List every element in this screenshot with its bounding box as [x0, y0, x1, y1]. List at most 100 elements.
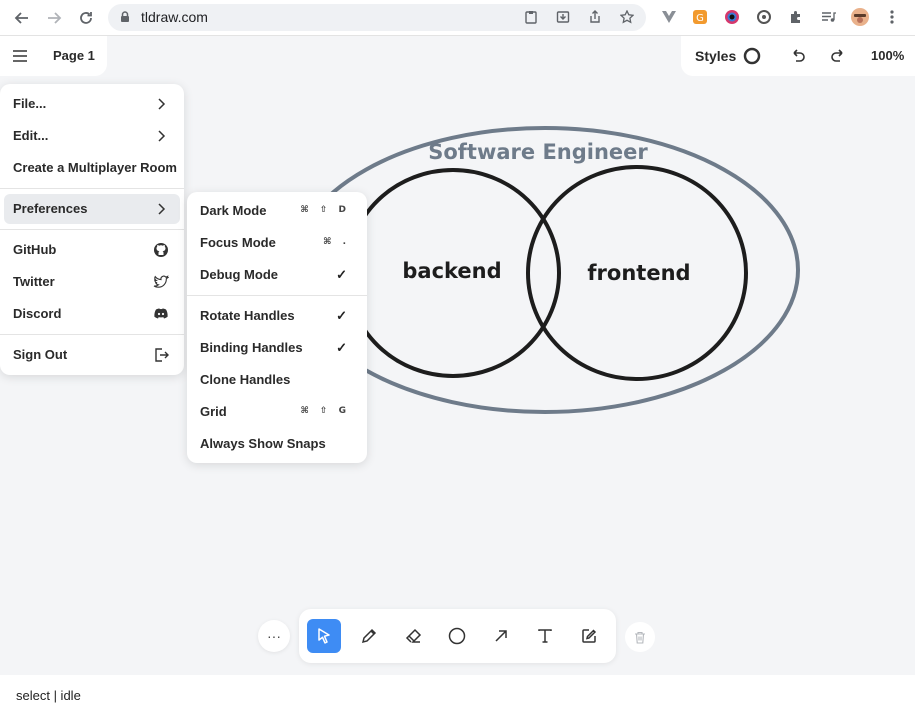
menu-divider: [0, 334, 184, 335]
software-engineer-ellipse[interactable]: [290, 126, 800, 414]
menu-item-label: Discord: [13, 306, 62, 321]
software-engineer-label[interactable]: Software Engineer: [428, 140, 648, 164]
chevron-right-icon: [158, 203, 166, 215]
text-icon: [538, 629, 552, 643]
sticky-tool-button[interactable]: [572, 619, 606, 653]
check-icon: ✓: [336, 267, 347, 282]
puzzle-icon[interactable]: [787, 8, 805, 26]
trash-icon: [635, 631, 645, 644]
share-icon[interactable]: [588, 10, 602, 24]
pref-label: Binding Handles: [200, 340, 303, 355]
sticky-note-icon: [582, 629, 597, 643]
pref-grid[interactable]: Grid ⌘ ⇧ G: [191, 397, 363, 427]
orange-extension-icon[interactable]: G: [691, 8, 709, 26]
menu-item-label: Create a Multiplayer Room: [13, 160, 177, 175]
menu-item-preferences[interactable]: Preferences: [4, 194, 180, 224]
menu-item-label: File...: [13, 96, 47, 111]
style-panel: Styles 100%: [681, 36, 915, 76]
eraser-icon: [405, 628, 422, 643]
tool-bar: [299, 609, 616, 663]
zoom-level[interactable]: 100%: [871, 48, 904, 63]
forward-button[interactable]: [42, 6, 66, 30]
pref-label: Dark Mode: [200, 203, 267, 218]
discord-icon: [154, 308, 168, 319]
pref-label: Grid: [200, 404, 227, 419]
draw-tool-button[interactable]: [352, 619, 386, 653]
kebab-menu-icon[interactable]: [883, 8, 901, 26]
menu-divider: [0, 188, 184, 189]
svg-text:G: G: [696, 13, 704, 24]
address-bar[interactable]: tldraw.com: [108, 4, 646, 31]
menu-divider: [187, 295, 367, 296]
hamburger-menu-button[interactable]: [11, 48, 29, 64]
eraser-tool-button[interactable]: [396, 619, 430, 653]
style-circle-icon[interactable]: [743, 47, 761, 65]
check-icon: ✓: [336, 340, 347, 355]
url-text: tldraw.com: [141, 9, 208, 25]
reload-button[interactable]: [74, 6, 98, 30]
check-icon: ✓: [336, 308, 347, 323]
status-bar: select | idle: [0, 675, 915, 715]
pref-focus-mode[interactable]: Focus Mode ⌘ .: [191, 228, 363, 258]
keyboard-shortcut: ⌘ ⇧ G: [300, 406, 350, 416]
chevron-right-icon: [158, 98, 166, 110]
keyboard-shortcut: ⌘ .: [323, 237, 350, 247]
chevron-right-icon: [158, 130, 166, 142]
avatar[interactable]: [851, 8, 869, 26]
pref-binding-handles[interactable]: Binding Handles ✓: [191, 333, 363, 363]
menu-item-label: Twitter: [13, 274, 55, 289]
menu-item-sign-out[interactable]: Sign Out: [4, 340, 180, 370]
menu-item-twitter[interactable]: Twitter: [4, 267, 180, 297]
page-selector[interactable]: Page 1: [53, 48, 95, 63]
pref-label: Focus Mode: [200, 235, 276, 250]
pref-label: Clone Handles: [200, 372, 291, 387]
star-icon[interactable]: [620, 10, 634, 24]
menu-item-edit[interactable]: Edit...: [4, 121, 180, 151]
hamburger-icon: [13, 50, 27, 62]
ellipse-tool-button[interactable]: [440, 619, 474, 653]
pref-always-show-snaps[interactable]: Always Show Snaps: [191, 429, 363, 459]
pref-debug-mode[interactable]: Debug Mode ✓: [191, 260, 363, 290]
frontend-label[interactable]: frontend: [587, 261, 690, 285]
sign-out-icon: [155, 348, 169, 362]
styles-button[interactable]: Styles: [695, 48, 736, 64]
undo-icon[interactable]: [789, 47, 807, 65]
backend-label[interactable]: backend: [402, 259, 501, 283]
menu-item-discord[interactable]: Discord: [4, 299, 180, 329]
pref-clone-handles[interactable]: Clone Handles: [191, 365, 363, 395]
pref-label: Always Show Snaps: [200, 436, 326, 451]
keyboard-shortcut: ⌘ ⇧ D: [300, 205, 350, 215]
text-tool-button[interactable]: [528, 619, 562, 653]
pref-dark-mode[interactable]: Dark Mode ⌘ ⇧ D: [191, 196, 363, 226]
sync-extension-icon[interactable]: [755, 8, 773, 26]
browser-toolbar: tldraw.com G: [0, 0, 915, 36]
clipboard-icon[interactable]: [524, 10, 538, 24]
status-text: select | idle: [16, 688, 81, 703]
pref-label: Debug Mode: [200, 267, 278, 282]
github-icon: [154, 243, 168, 257]
arrow-right-icon: [48, 12, 62, 24]
twitter-icon: [153, 275, 169, 288]
delete-button[interactable]: [625, 622, 655, 652]
menu-item-github[interactable]: GitHub: [4, 235, 180, 265]
color-extension-icon[interactable]: [723, 8, 741, 26]
pref-rotate-handles[interactable]: Rotate Handles ✓: [191, 301, 363, 331]
pref-label: Rotate Handles: [200, 308, 295, 323]
vue-extension-icon[interactable]: [660, 8, 678, 26]
menu-divider: [0, 229, 184, 230]
main-menu: File... Edit... Create a Multiplayer Roo…: [0, 84, 184, 375]
more-tools-button[interactable]: ···: [258, 620, 290, 652]
reload-icon: [80, 12, 92, 24]
install-icon[interactable]: [556, 10, 570, 24]
arrow-tool-button[interactable]: [484, 619, 518, 653]
menu-item-file[interactable]: File...: [4, 89, 180, 119]
select-tool-button[interactable]: [307, 619, 341, 653]
menu-item-label: Sign Out: [13, 347, 68, 362]
pencil-icon: [361, 628, 377, 644]
redo-icon[interactable]: [829, 47, 847, 65]
menu-item-multiplayer[interactable]: Create a Multiplayer Room: [4, 153, 180, 183]
preferences-submenu: Dark Mode ⌘ ⇧ D Focus Mode ⌘ . Debug Mod…: [187, 192, 367, 463]
playlist-icon[interactable]: [819, 8, 837, 26]
cursor-icon: [318, 628, 330, 644]
back-button[interactable]: [10, 6, 34, 30]
